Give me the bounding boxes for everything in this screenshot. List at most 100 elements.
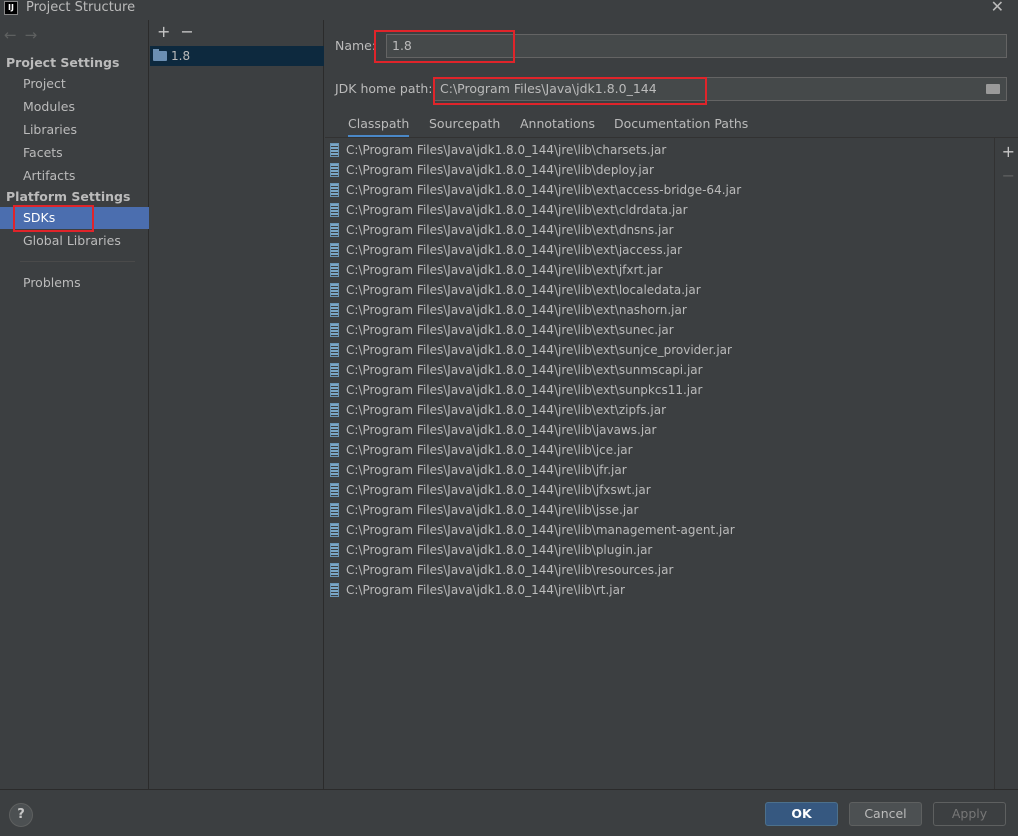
intellij-logo-icon: IJ [4, 1, 18, 15]
classpath-row[interactable]: C:\Program Files\Java\jdk1.8.0_144\jre\l… [325, 140, 995, 160]
jar-file-icon [330, 303, 339, 317]
nav-divider [20, 261, 135, 262]
jar-file-icon [330, 423, 339, 437]
sdk-list-item[interactable]: 1.8 [150, 46, 324, 66]
name-label: Name: [335, 38, 377, 53]
classpath-row[interactable]: C:\Program Files\Java\jdk1.8.0_144\jre\l… [325, 220, 995, 240]
jar-file-icon [330, 503, 339, 517]
classpath-entry: C:\Program Files\Java\jdk1.8.0_144\jre\l… [346, 563, 674, 577]
classpath-entry: C:\Program Files\Java\jdk1.8.0_144\jre\l… [346, 263, 663, 277]
classpath-row[interactable]: C:\Program Files\Java\jdk1.8.0_144\jre\l… [325, 260, 995, 280]
classpath-row[interactable]: C:\Program Files\Java\jdk1.8.0_144\jre\l… [325, 480, 995, 500]
sdk-list-panel: + − 1.8 [150, 20, 324, 789]
tab-documentation-paths[interactable]: Documentation Paths [614, 113, 748, 135]
jar-file-icon [330, 463, 339, 477]
classpath-entry: C:\Program Files\Java\jdk1.8.0_144\jre\l… [346, 523, 735, 537]
classpath-row[interactable]: C:\Program Files\Java\jdk1.8.0_144\jre\l… [325, 300, 995, 320]
help-button[interactable]: ? [9, 803, 33, 827]
name-highlight-box [374, 30, 515, 63]
jar-file-icon [330, 243, 339, 257]
jar-file-icon [330, 383, 339, 397]
sdk-item-label: 1.8 [171, 49, 191, 63]
classpath-row[interactable]: C:\Program Files\Java\jdk1.8.0_144\jre\l… [325, 200, 995, 220]
platform-settings-header: Platform Settings [6, 189, 131, 204]
dialog-footer: ? OK Cancel Apply [0, 789, 1018, 836]
jar-file-icon [330, 483, 339, 497]
nav-item-facets[interactable]: Facets [0, 142, 149, 164]
classpath-row[interactable]: C:\Program Files\Java\jdk1.8.0_144\jre\l… [325, 420, 995, 440]
apply-button[interactable]: Apply [933, 802, 1006, 826]
classpath-list[interactable]: C:\Program Files\Java\jdk1.8.0_144\jre\l… [325, 138, 995, 789]
sdks-highlight-box [13, 205, 94, 232]
nav-item-modules[interactable]: Modules [0, 96, 149, 118]
classpath-row[interactable]: C:\Program Files\Java\jdk1.8.0_144\jre\l… [325, 540, 995, 560]
classpath-row[interactable]: C:\Program Files\Java\jdk1.8.0_144\jre\l… [325, 160, 995, 180]
tab-annotations[interactable]: Annotations [520, 113, 595, 135]
remove-path-button[interactable]: − [1002, 166, 1015, 185]
classpath-entry: C:\Program Files\Java\jdk1.8.0_144\jre\l… [346, 163, 654, 177]
nav-item-artifacts[interactable]: Artifacts [0, 165, 149, 187]
classpath-entry: C:\Program Files\Java\jdk1.8.0_144\jre\l… [346, 283, 701, 297]
add-sdk-button[interactable]: + [157, 22, 170, 41]
jdk-path-highlight-box [433, 77, 707, 105]
back-arrow-icon[interactable]: ← [4, 26, 17, 44]
jar-file-icon [330, 143, 339, 157]
remove-sdk-button[interactable]: − [180, 22, 193, 41]
classpath-row[interactable]: C:\Program Files\Java\jdk1.8.0_144\jre\l… [325, 520, 995, 540]
classpath-entry: C:\Program Files\Java\jdk1.8.0_144\jre\l… [346, 143, 667, 157]
jdk-home-path-label: JDK home path: [335, 81, 433, 96]
ok-button[interactable]: OK [765, 802, 838, 826]
nav-item-problems[interactable]: Problems [0, 272, 149, 294]
close-icon[interactable]: ✕ [991, 0, 1004, 15]
tab-classpath[interactable]: Classpath [348, 113, 410, 138]
jar-file-icon [330, 583, 339, 597]
classpath-row[interactable]: C:\Program Files\Java\jdk1.8.0_144\jre\l… [325, 180, 995, 200]
classpath-entry: C:\Program Files\Java\jdk1.8.0_144\jre\l… [346, 363, 703, 377]
browse-folder-icon[interactable] [986, 84, 1000, 94]
jar-file-icon [330, 283, 339, 297]
nav-history: ← → [4, 26, 45, 44]
jdk-folder-icon [153, 49, 167, 61]
classpath-row[interactable]: C:\Program Files\Java\jdk1.8.0_144\jre\l… [325, 280, 995, 300]
classpath-entry: C:\Program Files\Java\jdk1.8.0_144\jre\l… [346, 383, 703, 397]
classpath-entry: C:\Program Files\Java\jdk1.8.0_144\jre\l… [346, 483, 651, 497]
jar-file-icon [330, 403, 339, 417]
jar-file-icon [330, 363, 339, 377]
classpath-row[interactable]: C:\Program Files\Java\jdk1.8.0_144\jre\l… [325, 360, 995, 380]
classpath-row[interactable]: C:\Program Files\Java\jdk1.8.0_144\jre\l… [325, 560, 995, 580]
classpath-entry: C:\Program Files\Java\jdk1.8.0_144\jre\l… [346, 183, 742, 197]
jar-file-icon [330, 223, 339, 237]
classpath-entry: C:\Program Files\Java\jdk1.8.0_144\jre\l… [346, 403, 666, 417]
settings-nav: ← → Project Settings Project Modules Libr… [0, 20, 149, 789]
classpath-row[interactable]: C:\Program Files\Java\jdk1.8.0_144\jre\l… [325, 400, 995, 420]
project-settings-header: Project Settings [6, 55, 120, 70]
forward-arrow-icon[interactable]: → [25, 26, 38, 44]
classpath-row[interactable]: C:\Program Files\Java\jdk1.8.0_144\jre\l… [325, 440, 995, 460]
classpath-entry: C:\Program Files\Java\jdk1.8.0_144\jre\l… [346, 543, 653, 557]
classpath-entry: C:\Program Files\Java\jdk1.8.0_144\jre\l… [346, 583, 625, 597]
classpath-row[interactable]: C:\Program Files\Java\jdk1.8.0_144\jre\l… [325, 580, 995, 600]
classpath-entry: C:\Program Files\Java\jdk1.8.0_144\jre\l… [346, 303, 687, 317]
classpath-row[interactable]: C:\Program Files\Java\jdk1.8.0_144\jre\l… [325, 380, 995, 400]
nav-item-project[interactable]: Project [0, 73, 149, 95]
classpath-row[interactable]: C:\Program Files\Java\jdk1.8.0_144\jre\l… [325, 320, 995, 340]
jar-file-icon [330, 183, 339, 197]
classpath-row[interactable]: C:\Program Files\Java\jdk1.8.0_144\jre\l… [325, 460, 995, 480]
nav-item-libraries[interactable]: Libraries [0, 119, 149, 141]
cancel-button[interactable]: Cancel [849, 802, 922, 826]
jar-file-icon [330, 563, 339, 577]
classpath-row[interactable]: C:\Program Files\Java\jdk1.8.0_144\jre\l… [325, 500, 995, 520]
classpath-entry: C:\Program Files\Java\jdk1.8.0_144\jre\l… [346, 243, 683, 257]
classpath-row[interactable]: C:\Program Files\Java\jdk1.8.0_144\jre\l… [325, 340, 995, 360]
nav-item-global-libraries[interactable]: Global Libraries [0, 230, 149, 252]
tab-sourcepath[interactable]: Sourcepath [429, 113, 500, 135]
classpath-row[interactable]: C:\Program Files\Java\jdk1.8.0_144\jre\l… [325, 240, 995, 260]
classpath-entry: C:\Program Files\Java\jdk1.8.0_144\jre\l… [346, 503, 639, 517]
classpath-entry: C:\Program Files\Java\jdk1.8.0_144\jre\l… [346, 323, 674, 337]
jar-file-icon [330, 443, 339, 457]
jar-file-icon [330, 203, 339, 217]
jar-file-icon [330, 323, 339, 337]
classpath-entry: C:\Program Files\Java\jdk1.8.0_144\jre\l… [346, 423, 657, 437]
add-path-button[interactable]: + [1002, 142, 1015, 161]
jar-file-icon [330, 343, 339, 357]
